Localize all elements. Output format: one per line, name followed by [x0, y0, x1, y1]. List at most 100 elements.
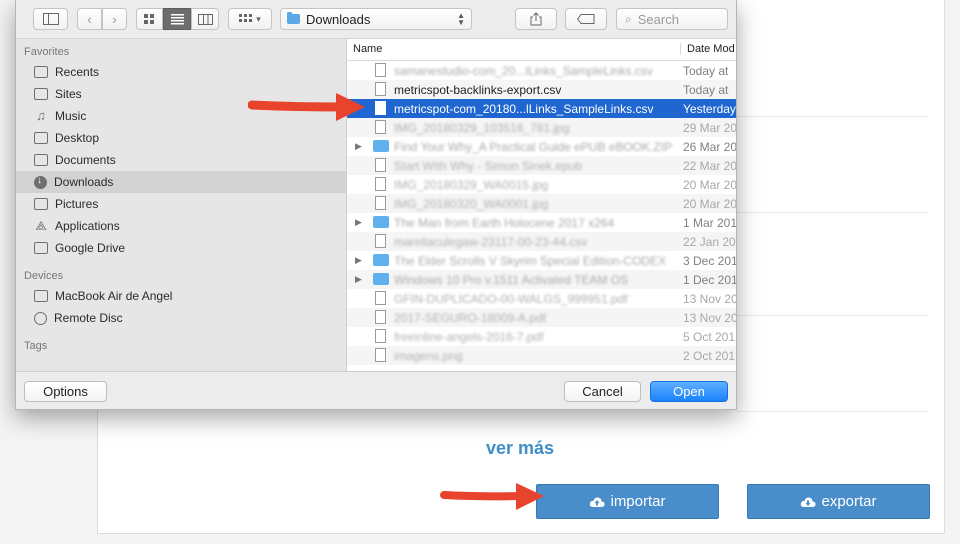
- sidebar-item-desktop[interactable]: Desktop: [16, 127, 346, 149]
- file-row[interactable]: IMG_20180329_WA0015.jpg 20 Mar 20: [347, 175, 736, 194]
- exportar-button[interactable]: exportar: [747, 484, 930, 519]
- file-row[interactable]: ▶ The Man from Earth Holocene 2017 x264 1 …: [347, 213, 736, 232]
- column-header-date[interactable]: Date Mod: [680, 43, 735, 55]
- music-icon: ♫: [36, 108, 46, 123]
- file-date: 2 Oct 201: [683, 348, 736, 363]
- search-input[interactable]: ⌕ Search: [616, 8, 728, 30]
- forward-button[interactable]: ›: [102, 8, 127, 30]
- share-button[interactable]: [515, 8, 557, 30]
- list-view-button[interactable]: [163, 8, 191, 30]
- file-name: Start With Why - Simon Sinek.epub: [394, 158, 583, 173]
- search-placeholder: Search: [637, 11, 679, 27]
- column-view-button[interactable]: [191, 8, 219, 30]
- file-date: 22 Jan 20: [683, 234, 736, 249]
- file-row[interactable]: freeinline-angels-2016-7.pdf 5 Oct 201: [347, 327, 736, 346]
- file-icon: [375, 348, 386, 362]
- dialog-toolbar: ‹ › ▾ Downloads ▲ ▼ ⌕ Search: [16, 0, 736, 38]
- sidebar-item-documents[interactable]: Documents: [16, 149, 346, 171]
- file-row[interactable]: ▶ Windows 10 Pro v.1511 Activated TEAM OS…: [347, 270, 736, 289]
- file-row[interactable]: ▶ Find Your Why_A Practical Guide ePUB eB…: [347, 137, 736, 156]
- sidebar-item-label: Documents: [55, 153, 116, 167]
- file-name: imagens.png: [394, 348, 463, 363]
- disclosure-triangle-icon[interactable]: ▶: [355, 255, 362, 266]
- disclosure-triangle-icon[interactable]: ▶: [355, 217, 362, 228]
- annotation-arrow-icon: [440, 483, 544, 510]
- file-row[interactable]: metricspot-backlinks-export.csv Today at: [347, 80, 736, 99]
- sidebar-toggle-button[interactable]: [33, 8, 68, 30]
- file-row[interactable]: imagens.png 2 Oct 201: [347, 346, 736, 365]
- file-name: The Elder Scrolls V Skyrim Special Editi…: [394, 253, 667, 268]
- file-row[interactable]: Start With Why - Simon Sinek.epub 22 Mar …: [347, 156, 736, 175]
- ver-mas-link[interactable]: ver más: [486, 438, 554, 459]
- disclosure-triangle-icon[interactable]: ▶: [355, 274, 362, 285]
- search-icon: ⌕: [625, 11, 632, 26]
- file-row[interactable]: IMG_20180329_103516_781.jpg 29 Mar 20: [347, 118, 736, 137]
- file-date: Today at: [683, 63, 729, 78]
- file-date: 5 Oct 201: [683, 329, 736, 344]
- folder-icon: [34, 242, 48, 254]
- sidebar-item-label: Music: [55, 109, 87, 123]
- file-row[interactable]: IMG_20180320_WA0001.jpg 20 Mar 20: [347, 194, 736, 213]
- file-name: 2017-SEGURO-18009-A.pdf: [394, 310, 547, 325]
- disclosure-triangle-icon[interactable]: ▶: [355, 141, 362, 152]
- folder-icon: [373, 273, 389, 285]
- sidebar-item-applications[interactable]: ⟁ Applications: [16, 215, 346, 237]
- sidebar-item-label: Remote Disc: [54, 311, 123, 325]
- file-icon: [375, 101, 386, 115]
- cloud-upload-icon: [590, 496, 606, 507]
- location-dropdown[interactable]: Downloads ▲ ▼: [280, 8, 472, 30]
- file-row-selected[interactable]: metricspot-com_20180...lLinks_SampleLink…: [347, 99, 736, 118]
- importar-button[interactable]: importar: [536, 484, 719, 519]
- file-date: 13 Nov 20: [683, 291, 736, 306]
- open-button[interactable]: Open: [650, 381, 728, 402]
- sidebar-item-macbook[interactable]: MacBook Air de Angel: [16, 285, 346, 307]
- file-row[interactable]: ▶ The Elder Scrolls V Skyrim Special Edit…: [347, 251, 736, 270]
- cancel-button[interactable]: Cancel: [564, 381, 641, 402]
- sidebar-item-recents[interactable]: Recents: [16, 61, 346, 83]
- sidebar-item-google-drive[interactable]: Google Drive: [16, 237, 346, 259]
- divider: [737, 212, 927, 213]
- file-icon: [375, 82, 386, 96]
- sidebar-item-downloads[interactable]: Downloads: [16, 171, 346, 193]
- tag-icon: [577, 14, 595, 24]
- file-name: Windows 10 Pro v.1511 Activated TEAM OS: [394, 272, 629, 287]
- cloud-download-icon: [801, 496, 817, 507]
- file-date: 3 Dec 201: [683, 253, 736, 268]
- sidebar-item-label: Google Drive: [55, 241, 126, 255]
- file-icon: [375, 120, 386, 134]
- back-button[interactable]: ‹: [77, 8, 102, 30]
- devices-heading: Devices: [24, 270, 64, 282]
- file-icon: [375, 158, 386, 172]
- exportar-label: exportar: [821, 493, 877, 510]
- applications-icon: ⟁: [35, 218, 47, 233]
- file-icon: [375, 63, 386, 77]
- file-date: Yesterday: [683, 101, 736, 116]
- folder-icon: [34, 88, 48, 100]
- file-icon: [375, 234, 386, 248]
- documents-icon: [34, 154, 48, 166]
- file-row[interactable]: mareliaculegaw-23117-00-23-44.csv 22 Jan …: [347, 232, 736, 251]
- sidebar-item-remote-disc[interactable]: Remote Disc: [16, 307, 346, 329]
- file-row[interactable]: GFIN-DUPLICADO-00-WALGS_999951.pdf 13 Nov…: [347, 289, 736, 308]
- recents-icon: [34, 66, 48, 78]
- file-date: Today at: [683, 82, 729, 97]
- file-row[interactable]: 2017-SEGURO-18009-A.pdf 13 Nov 20: [347, 308, 736, 327]
- columns-icon: [197, 13, 213, 25]
- arrange-button[interactable]: ▾: [228, 8, 272, 30]
- options-button[interactable]: Options: [24, 381, 107, 402]
- sidebar-toggle-icon: [42, 13, 59, 25]
- file-icon: [375, 310, 386, 324]
- file-name: The Man from Earth Holocene 2017 x264: [394, 215, 615, 230]
- tag-button[interactable]: [565, 8, 607, 30]
- dialog-bottom-bar: Options Cancel Open: [16, 371, 736, 409]
- folder-icon: [373, 216, 389, 228]
- icon-view-button[interactable]: [136, 8, 163, 30]
- column-header-name[interactable]: Name: [353, 43, 382, 55]
- file-icon: [375, 291, 386, 305]
- file-row[interactable]: samanestudio-com_20...lLinks_SampleLinks…: [347, 61, 736, 80]
- file-name: GFIN-DUPLICADO-00-WALGS_999951.pdf: [394, 291, 628, 306]
- chevron-right-icon: ›: [112, 11, 117, 27]
- file-list[interactable]: Name Date Mod samanestudio-com_20...lLin…: [347, 38, 736, 371]
- sidebar-item-pictures[interactable]: Pictures: [16, 193, 346, 215]
- file-date: 13 Nov 20: [683, 310, 736, 325]
